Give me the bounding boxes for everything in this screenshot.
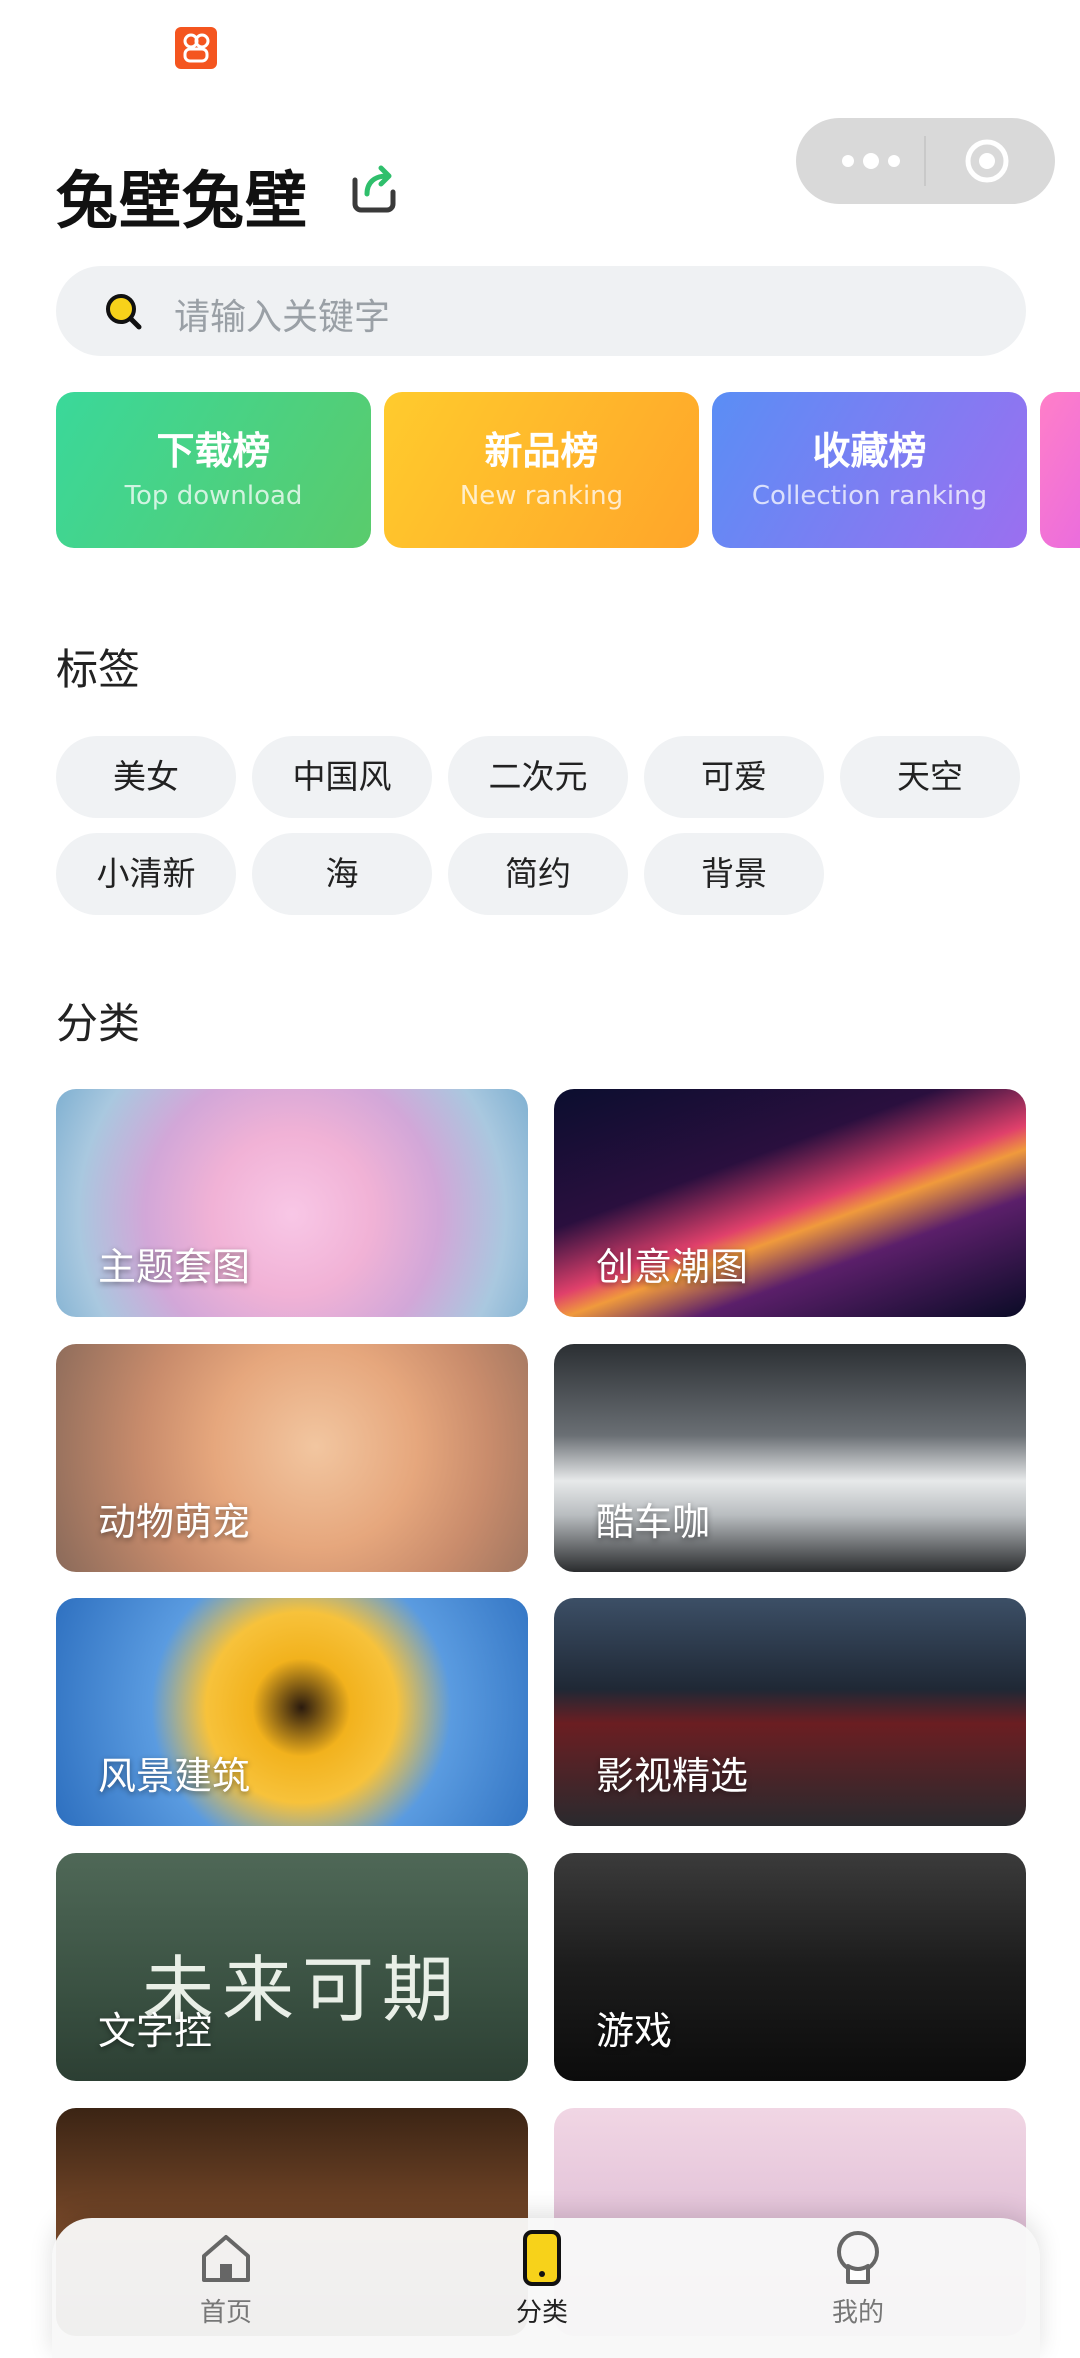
ranking-card-new[interactable]: 新品榜 New ranking bbox=[384, 392, 699, 548]
tag-chip[interactable]: 美女 bbox=[56, 736, 236, 818]
close-miniprogram-icon[interactable] bbox=[964, 138, 1010, 184]
category-card[interactable]: 风景建筑 bbox=[56, 1598, 528, 1826]
tag-chip[interactable]: 天空 bbox=[840, 736, 1020, 818]
search-bar[interactable]: 请输入关键字 bbox=[56, 266, 1026, 356]
category-card[interactable]: 游戏 bbox=[554, 1853, 1026, 2081]
category-label: 文字控 bbox=[98, 2009, 213, 2053]
tag-chip[interactable]: 可爱 bbox=[644, 736, 824, 818]
category-icon bbox=[523, 2230, 561, 2286]
tab-label: 分类 bbox=[515, 2298, 568, 2328]
ranking-title: 新品榜 bbox=[484, 429, 599, 473]
tag-chip[interactable]: 背景 bbox=[644, 833, 824, 915]
category-card[interactable]: 动物萌宠 bbox=[56, 1344, 528, 1572]
ranking-card-partial[interactable] bbox=[1040, 392, 1080, 548]
home-icon bbox=[202, 2235, 250, 2282]
tab-home[interactable]: 首页 bbox=[166, 2228, 286, 2329]
category-label: 动物萌宠 bbox=[98, 1500, 251, 1544]
ranking-subtitle: Collection ranking bbox=[751, 481, 988, 511]
categories-section-title: 分类 bbox=[56, 999, 141, 1048]
tag-chip[interactable]: 二次元 bbox=[448, 736, 628, 818]
category-card[interactable]: 酷车咖 bbox=[554, 1344, 1026, 1572]
tab-profile[interactable]: 我的 bbox=[798, 2228, 918, 2329]
tab-label: 我的 bbox=[831, 2298, 884, 2328]
ranking-subtitle: Top download bbox=[124, 481, 303, 511]
category-label: 影视精选 bbox=[596, 1754, 749, 1798]
tab-label: 首页 bbox=[199, 2298, 252, 2328]
page-title: 兔壁兔壁 bbox=[56, 164, 309, 237]
ranking-card-collection[interactable]: 收藏榜 Collection ranking bbox=[712, 392, 1027, 548]
ranking-subtitle: New ranking bbox=[459, 481, 624, 511]
search-input[interactable]: 请输入关键字 bbox=[174, 288, 390, 340]
tab-category[interactable]: 分类 bbox=[482, 2228, 602, 2329]
app-notification-icon bbox=[175, 27, 217, 69]
bottom-tab-bar: 首页 分类 我的 bbox=[52, 2218, 1040, 2358]
category-label: 风景建筑 bbox=[98, 1754, 251, 1798]
tags-section-title: 标签 bbox=[56, 645, 141, 694]
category-card[interactable]: 创意潮图 bbox=[554, 1089, 1026, 1317]
category-label: 酷车咖 bbox=[596, 1500, 711, 1544]
category-label: 游戏 bbox=[596, 2009, 673, 2053]
tag-chip[interactable]: 小清新 bbox=[56, 833, 236, 915]
capsule-divider bbox=[924, 136, 926, 186]
tag-chip[interactable]: 简约 bbox=[448, 833, 628, 915]
search-icon bbox=[102, 290, 144, 332]
share-icon[interactable] bbox=[345, 158, 403, 216]
category-label: 创意潮图 bbox=[596, 1245, 749, 1289]
miniprogram-capsule bbox=[796, 118, 1055, 204]
tag-chip[interactable]: 海 bbox=[252, 833, 432, 915]
category-card[interactable]: 主题套图 bbox=[56, 1089, 528, 1317]
profile-icon bbox=[837, 2231, 879, 2284]
ranking-title: 收藏榜 bbox=[812, 429, 927, 473]
ranking-card-download[interactable]: 下载榜 Top download bbox=[56, 392, 371, 548]
category-card[interactable]: 影视精选 bbox=[554, 1598, 1026, 1826]
category-card[interactable]: 未来可期 文字控 bbox=[56, 1853, 528, 2081]
more-options-icon[interactable] bbox=[836, 148, 906, 174]
tag-chip[interactable]: 中国风 bbox=[252, 736, 432, 818]
ranking-title: 下载榜 bbox=[156, 429, 271, 473]
category-label: 主题套图 bbox=[98, 1245, 251, 1289]
